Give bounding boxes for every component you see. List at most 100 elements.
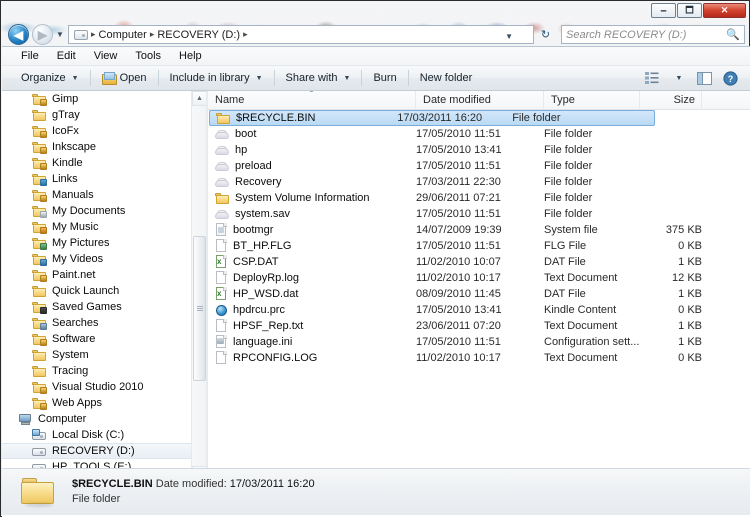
column-header-size[interactable]: Size [640,91,702,110]
search-input[interactable]: Search RECOVERY (D:) [566,29,726,41]
client-area: File Edit View Tools Help Organize ▼ Ope… [2,46,750,517]
sidebar-item-software[interactable]: Software [2,331,192,347]
cell-type: DAT File [544,256,586,268]
table-row[interactable]: bootmgr 14/07/2009 19:39 System file 375 KB [208,222,750,238]
cell-type: File folder [544,176,593,188]
organize-label: Organize [21,72,66,84]
details-date-label: Date modified: [155,478,227,490]
new-folder-button[interactable]: New folder [413,69,480,87]
table-row[interactable]: HP_WSD.dat 08/09/2010 11:45 DAT File 1 KB [208,286,750,302]
sidebar-item-visual-studio-2010[interactable]: Visual Studio 2010 [2,379,192,395]
view-dropdown-button[interactable]: ▼ [667,69,689,88]
sidebar-item-saved-games[interactable]: Saved Games [2,299,192,315]
sidebar-item-gtray[interactable]: gTray [2,107,192,123]
table-row[interactable]: $RECYCLE.BIN 17/03/2011 16:20 File folder [209,110,655,126]
sidebar-item-my-videos[interactable]: My Videos [2,251,192,267]
sidebar-item-gimp[interactable]: Gimp [2,91,192,107]
cell-date-modified: 14/07/2009 19:39 [416,224,502,236]
minimize-button[interactable]: 🗕 [651,3,676,18]
show-preview-pane-button[interactable] [693,69,715,88]
sidebar-item-local-disk-c[interactable]: Local Disk (C:) [2,427,192,443]
menu-view[interactable]: View [85,48,127,64]
title-bar[interactable]: 🗕 🗖 ✕ [1,1,749,22]
column-header-name[interactable]: Name [208,91,416,110]
menu-tools[interactable]: Tools [126,48,170,64]
table-row[interactable]: boot 17/05/2010 11:51 File folder [208,126,750,142]
help-button[interactable]: ? [719,69,741,88]
cell-date-modified: 11/02/2010 10:17 [416,272,501,284]
address-bar[interactable]: ▸ Computer ▸ RECOVERY (D:) ▸ ▼ [68,25,534,44]
table-row[interactable]: DeployRp.log 11/02/2010 10:17 Text Documen… [208,270,750,286]
file-name: boot [235,128,257,140]
file-list-pane[interactable]: Name Date modified Type Size $RECYCLE.BIN 17… [208,91,750,481]
forward-button[interactable]: ▶ [32,24,53,45]
sidebar-item-quick-launch[interactable]: Quick Launch [2,283,192,299]
table-row[interactable]: system.sav 17/05/2010 11:51 File folder [208,206,750,222]
menu-help[interactable]: Help [170,48,211,64]
sidebar-item-manuals[interactable]: Manuals [2,187,192,203]
sidebar-item-my-documents[interactable]: My Documents [2,203,192,219]
back-button[interactable]: ◀ [8,24,29,45]
maximize-button[interactable]: 🗖 [677,3,702,18]
search-box[interactable]: Search RECOVERY (D:) 🔍 [561,25,745,44]
folder-hidden-icon [215,128,230,141]
column-header-date-modified[interactable]: Date modified [416,91,544,110]
table-row[interactable]: Recovery 17/03/2011 22:30 File folder [208,174,750,190]
folder-app-icon [32,381,47,394]
sidebar-item-my-pictures[interactable]: My Pictures [2,235,192,251]
sidebar-item-web-apps[interactable]: Web Apps [2,395,192,411]
navigation-pane[interactable]: Gimp gTray IcoFx Inkscape Kindle Links Manuals… [2,91,206,481]
table-row[interactable]: RPCONFIG.LOG 11/02/2010 10:17 Text Documen… [208,350,750,366]
burn-button[interactable]: Burn [366,69,403,87]
column-header-type[interactable]: Type [544,91,640,110]
table-row[interactable]: CSP.DAT 11/02/2010 10:07 DAT File 1 KB [208,254,750,270]
breadcrumb-separator[interactable]: ▸ [242,29,249,40]
close-button[interactable]: ✕ [703,3,746,18]
sidebar-item-tracing[interactable]: Tracing [2,363,192,379]
sidebar-item-searches[interactable]: Searches [2,315,192,331]
cell-size: 0 KB [678,352,702,364]
open-button[interactable]: Open [95,69,154,87]
address-chevron-down-icon[interactable]: ▼ [505,32,513,41]
history-dropdown-button[interactable]: ▼ [55,30,65,40]
include-in-library-button[interactable]: Include in library ▼ [163,69,270,87]
sidebar-item-label: Saved Games [52,301,122,313]
table-row[interactable]: preload 17/05/2010 11:51 File folder [208,158,750,174]
close-icon: ✕ [720,5,729,15]
scrollbar-thumb[interactable] [193,236,206,381]
sidebar-item-system[interactable]: System [2,347,192,363]
sidebar-item-icofx[interactable]: IcoFx [2,123,192,139]
sidebar-item-paint-net[interactable]: Paint.net [2,267,192,283]
cell-date-modified: 08/09/2010 11:45 [416,288,501,300]
menu-file[interactable]: File [12,48,48,64]
folder-app-icon [32,93,47,106]
sidebar-item-kindle[interactable]: Kindle [2,155,192,171]
file-name: hp [235,144,248,156]
sidebar-item-label: gTray [52,109,80,121]
change-view-button[interactable] [641,69,663,88]
menu-edit[interactable]: Edit [48,48,85,64]
toolbar-separator [157,70,159,86]
scroll-up-button[interactable]: ▲ [192,91,207,106]
sidebar-item-label: IcoFx [52,125,79,137]
breadcrumb-recovery[interactable]: RECOVERY (D:) [155,29,242,41]
table-row[interactable]: hpdrcu.prc 17/05/2010 13:41 Kindle Content… [208,302,750,318]
sidebar-item-recovery-d[interactable]: RECOVERY (D:) [2,443,192,459]
table-row[interactable]: HPSF_Rep.txt 23/06/2011 07:20 Text Documen… [208,318,750,334]
sidebar-item-links[interactable]: Links [2,171,192,187]
navpane-scrollbar[interactable]: ▲ ▼ [191,91,207,481]
sidebar-item-my-music[interactable]: My Music [2,219,192,235]
cell-type: File folder [544,160,593,172]
cell-name: HPSF_Rep.txt [208,319,416,333]
sidebar-item-inkscape[interactable]: Inkscape [2,139,192,155]
table-row[interactable]: hp 17/05/2010 13:41 File folder [208,142,750,158]
table-row[interactable]: System Volume Information 29/06/2011 07:2… [208,190,750,206]
refresh-button[interactable]: ↻ [536,26,555,43]
table-row[interactable]: language.ini 17/05/2010 11:51 Configuratio… [208,334,750,350]
column-header-label: Date modified [423,94,491,106]
breadcrumb-computer[interactable]: Computer [97,29,149,41]
table-row[interactable]: BT_HP.FLG 17/05/2010 11:51 FLG File 0 KB [208,238,750,254]
sidebar-item-computer[interactable]: Computer [2,411,192,427]
share-with-button[interactable]: Share with ▼ [279,69,358,87]
organize-button[interactable]: Organize ▼ [14,69,86,87]
